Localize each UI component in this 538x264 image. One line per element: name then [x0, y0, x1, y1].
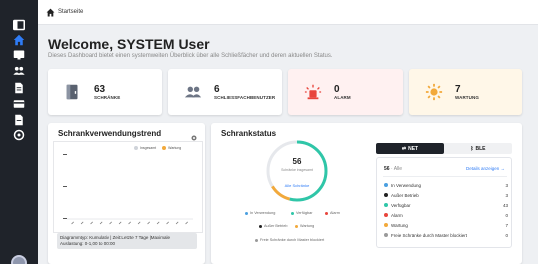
- status-row-label: Wartung: [391, 222, 408, 228]
- status-row-value: 0: [505, 232, 508, 238]
- x-tick: [156, 221, 160, 225]
- page-title: Welcome, SYSTEM User: [48, 36, 210, 52]
- tab-net[interactable]: ⇄ NET: [376, 143, 444, 154]
- legend-blocked: Freie Schränke durch Master blockiert: [255, 238, 324, 242]
- stat-label: ALARM: [334, 95, 351, 100]
- document-icon[interactable]: [11, 81, 27, 95]
- legend-alarm: Alarm: [325, 211, 340, 215]
- status-dot: [384, 223, 388, 227]
- status-dot: [384, 193, 388, 197]
- status-row: Außer Betrieb 3: [384, 191, 508, 199]
- bluetooth-icon: ᛒ: [470, 145, 474, 152]
- stat-card-alarm[interactable]: 0 ALARM: [288, 69, 403, 115]
- x-tick: [71, 221, 74, 225]
- status-row-value: 0: [505, 212, 508, 218]
- net-icon: ⇄: [401, 145, 407, 152]
- chart-info: Diagrammtyp: Kumulativ | Zeit:Letzte 7 T…: [57, 233, 197, 249]
- x-tick: [109, 221, 112, 225]
- status-row-value: 7: [505, 222, 508, 228]
- card-icon[interactable]: [11, 97, 27, 111]
- status-row-label: Freie Schränke durch Master blockiert: [391, 232, 468, 238]
- x-tick: [166, 221, 169, 225]
- sidebar: [0, 0, 38, 264]
- locker-icon: [62, 81, 84, 103]
- status-dot: [384, 213, 388, 217]
- legend-in-use: In Verwendung: [245, 211, 275, 215]
- legend-out-of-service: Außer Betrieb: [259, 224, 287, 228]
- users-icon[interactable]: [11, 64, 27, 78]
- x-tick: [175, 221, 179, 225]
- page-subtitle: Dieses Dashboard bietet einen systemweit…: [48, 53, 333, 59]
- menu-toggle-icon[interactable]: [11, 18, 27, 32]
- users-icon: [182, 81, 204, 103]
- status-dot: [384, 233, 388, 237]
- stat-card-users[interactable]: 6 SCHLIESSFACHBENUTZER: [168, 69, 282, 115]
- trend-chart: [53, 141, 203, 233]
- home-icon[interactable]: [46, 8, 55, 17]
- breadcrumb: Startseite: [38, 0, 538, 25]
- stat-value: 6: [214, 84, 220, 95]
- status-row: Verfügbar 43: [384, 201, 508, 209]
- maintenance-icon: [423, 81, 445, 103]
- status-summary: 56 · Alle Details anzeigen → In Verwendu…: [376, 157, 512, 248]
- x-tick: [137, 221, 141, 225]
- stat-value: 7: [455, 84, 461, 95]
- avatar[interactable]: [11, 255, 27, 264]
- status-row-label: Außer Betrieb: [391, 192, 419, 198]
- stat-value: 63: [94, 84, 106, 95]
- status-row: In Verwendung 3: [384, 181, 508, 189]
- trend-panel: Schrankverwendungstrend Insgesamt Wartun…: [48, 123, 205, 264]
- x-tick: [185, 221, 188, 225]
- status-row: Wartung 7: [384, 221, 508, 229]
- status-row-label: Alarm: [391, 212, 403, 218]
- x-tick: [118, 221, 122, 225]
- x-tick: [147, 221, 150, 225]
- stat-label: SCHLIESSFACHBENUTZER: [214, 95, 276, 100]
- stat-card-maintenance[interactable]: 7 WARTUNG: [409, 69, 522, 115]
- report-icon[interactable]: [11, 113, 27, 127]
- monitor-icon[interactable]: [11, 48, 27, 62]
- status-row-label: In Verwendung: [391, 182, 422, 188]
- x-tick: [90, 221, 93, 225]
- network-toggle: ⇄ NET ᛒ BLE: [376, 143, 512, 154]
- settings-icon[interactable]: [11, 128, 27, 142]
- status-row-value: 43: [502, 202, 508, 208]
- stat-label: SCHRÄNKE: [94, 95, 121, 100]
- donut-total: 56: [292, 157, 302, 166]
- status-row: Freie Schränke durch Master blockiert 0: [384, 231, 508, 239]
- status-row-value: 3: [505, 192, 508, 198]
- alarm-icon: [302, 81, 324, 103]
- x-tick: [80, 221, 84, 225]
- x-tick: [128, 221, 131, 225]
- status-dot: [384, 183, 388, 187]
- summary-count: 56: [384, 166, 390, 172]
- status-row: Alarm 0: [384, 211, 508, 219]
- stat-card-lockers[interactable]: 63 SCHRÄNKE: [48, 69, 162, 115]
- stat-value: 0: [334, 84, 340, 95]
- summary-header: 56 · Alle: [384, 166, 403, 172]
- summary-label: Alle: [393, 166, 403, 172]
- details-link[interactable]: Details anzeigen →: [466, 166, 505, 171]
- legend-maintenance: Wartung: [295, 224, 314, 228]
- status-row-label: Verfügbar: [391, 202, 411, 208]
- status-panel: Schrankstatus 56 Schränke insgesamt Alle…: [211, 123, 522, 264]
- status-dot: [384, 203, 388, 207]
- breadcrumb-home[interactable]: Startseite: [58, 9, 83, 15]
- home-icon[interactable]: [11, 33, 27, 47]
- gear-icon[interactable]: [190, 129, 198, 141]
- status-row-value: 3: [505, 182, 508, 188]
- donut-subtitle: Schränke insgesamt: [281, 168, 313, 172]
- tab-ble[interactable]: ᛒ BLE: [444, 143, 512, 154]
- stat-label: WARTUNG: [455, 95, 479, 100]
- donut-all-link[interactable]: Alle Schränke: [277, 183, 317, 188]
- x-tick: [99, 221, 103, 225]
- legend-available: Verfügbar: [291, 211, 312, 215]
